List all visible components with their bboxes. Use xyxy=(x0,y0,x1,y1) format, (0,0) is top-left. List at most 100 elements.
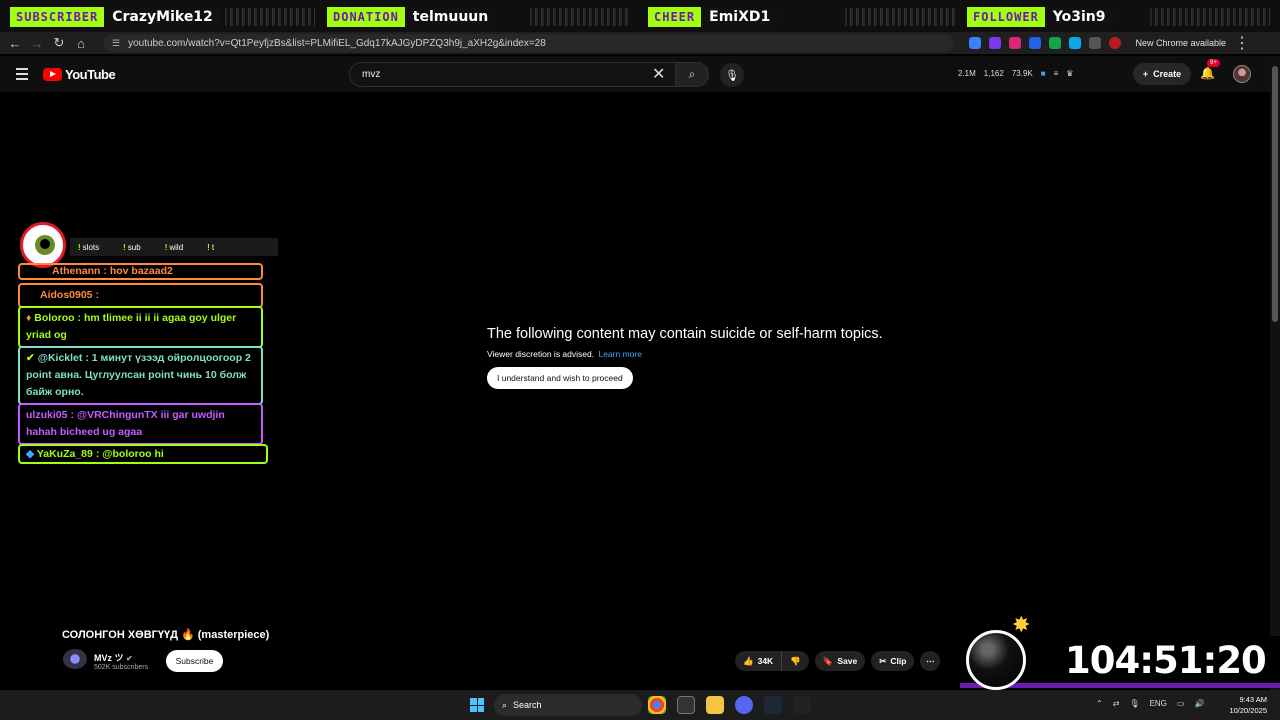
taskbar-search-label: Search xyxy=(513,700,542,710)
taskbar-search[interactable]: ⌕ Search xyxy=(494,694,642,716)
chat-user: YaKuZa_89 xyxy=(36,448,93,460)
video-title: СОЛОНГОН ХӨВГҮҮД 🔥 (masterpiece) xyxy=(62,629,270,641)
stat-live: 1,162 xyxy=(983,69,1004,78)
channel-name[interactable]: MVz ツ ✔ xyxy=(94,651,133,664)
scissors-icon: ✂ xyxy=(879,655,887,666)
download-icon[interactable] xyxy=(1049,37,1062,49)
logo-text: YouTube xyxy=(65,67,116,82)
channel-avatar[interactable] xyxy=(63,649,87,669)
chat-message: Aidos0905: xyxy=(18,283,263,308)
stream-alert-bar: SUBSCRIBER CrazyMike12 DONATION telmuuun… xyxy=(0,0,1280,32)
create-button[interactable]: + Create xyxy=(1133,63,1191,85)
home-icon[interactable]: ⌂ xyxy=(70,32,92,54)
back-icon[interactable]: ← xyxy=(4,32,26,54)
app-icon[interactable] xyxy=(677,696,695,714)
extension-icon[interactable] xyxy=(1009,37,1022,49)
windows-taskbar: ⌕ Search ⌃ ⇄ 🎙 ENG ▭ 🔊 9:43 AM 10/20/202… xyxy=(0,690,1280,720)
app-icon[interactable] xyxy=(793,696,811,714)
extension-icon[interactable] xyxy=(1029,37,1042,49)
youtube-logo[interactable]: YouTube xyxy=(43,67,116,82)
chat-message: ✔ @Kicklet: 1 минут үзээд ойролцоогоор 2… xyxy=(18,346,263,405)
profile-icon[interactable] xyxy=(1109,37,1122,49)
network-icon[interactable]: ⇄ xyxy=(1113,699,1120,708)
puzzle-icon[interactable] xyxy=(1089,37,1102,49)
trophy-icon[interactable]: ♛ xyxy=(1066,69,1073,78)
search-icon: ⌕ xyxy=(688,67,696,81)
chat-user: Boloroo xyxy=(34,312,75,324)
verified-icon: ✔ xyxy=(126,654,133,663)
extension-icon[interactable] xyxy=(989,37,1002,49)
menu-icon[interactable] xyxy=(16,68,28,83)
chat-user: @Kicklet xyxy=(37,352,83,364)
menu-dots-icon[interactable]: ⋮ xyxy=(1234,33,1250,53)
extension-icon[interactable]: ■ xyxy=(1041,69,1046,78)
subscribe-button[interactable]: Subscribe xyxy=(166,650,223,672)
extension-icon[interactable] xyxy=(1069,37,1082,49)
scrollbar[interactable] xyxy=(1270,56,1280,690)
chat-user: ulzuki05 xyxy=(26,409,68,421)
chrome-app-icon[interactable] xyxy=(648,696,666,714)
eyeball-mascot-icon xyxy=(20,222,66,268)
clock-date: 10/20/2025 xyxy=(1229,706,1267,715)
alert-type-label: FOLLOWER xyxy=(967,7,1045,27)
chat-commands: ! slots ! sub ! wild ! t xyxy=(70,238,278,256)
alert-user-name: Yo3in9 xyxy=(1044,7,1114,27)
mic-icon[interactable]: 🎙 xyxy=(1129,699,1139,708)
chat-message: ♦ Boloroo: hm tlimee ii ii ii agaa goy u… xyxy=(18,306,263,348)
dislike-button[interactable]: 👎 xyxy=(781,651,809,671)
search-icon: ⌕ xyxy=(502,699,508,710)
thumbs-down-icon: 👎 xyxy=(790,655,801,666)
taskbar-clock[interactable]: 9:43 AM 10/20/2025 xyxy=(1222,694,1267,716)
search-button[interactable]: ⌕ xyxy=(675,62,709,87)
alert-noise-decoration xyxy=(530,8,630,26)
alert-user-name: CrazyMike12 xyxy=(104,7,221,27)
create-label: Create xyxy=(1153,69,1182,79)
alert-type-label: DONATION xyxy=(327,7,405,27)
language-indicator[interactable]: ENG xyxy=(1150,699,1167,708)
scrollbar-thumb[interactable] xyxy=(1272,66,1278,322)
alert-noise-decoration xyxy=(845,8,955,26)
chat-text: : hov bazaad2 xyxy=(103,265,173,277)
mic-button[interactable]: 🎙 xyxy=(720,63,744,87)
volume-icon[interactable]: 🔊 xyxy=(1194,699,1204,708)
chat-message: ◆ YaKuZa_89: @boloroo hi xyxy=(18,444,268,464)
save-button[interactable]: 🔖 Save xyxy=(814,651,866,671)
list-icon[interactable]: ≡ xyxy=(1054,69,1059,78)
bell-icon[interactable]: 🔔 xyxy=(1200,66,1215,80)
warning-title: The following content may contain suicid… xyxy=(487,326,883,342)
thumbs-up-icon: 👍 xyxy=(743,655,754,666)
like-button[interactable]: 👍 34K xyxy=(735,651,782,671)
stat-views: 2.1M xyxy=(958,69,976,78)
more-actions-button[interactable]: ⋯ xyxy=(920,651,941,671)
forward-icon[interactable]: → xyxy=(26,32,48,54)
search-input[interactable]: mvz xyxy=(349,62,675,87)
chat-user: Aidos0905 xyxy=(40,289,93,301)
site-info-icon[interactable]: ☰ xyxy=(112,38,120,49)
youtube-header: YouTube mvz ✕ ⌕ 🎙 2.1M 1,162 73.9K ■ ≡ ♛… xyxy=(0,56,1270,92)
reload-icon[interactable]: ↻ xyxy=(48,32,70,54)
command-item: ! sub xyxy=(123,242,141,252)
clock-time: 9:43 AM xyxy=(1239,695,1267,704)
learn-more-link[interactable]: Learn more xyxy=(598,349,641,359)
alert-donation: DONATION telmuuun xyxy=(327,7,497,27)
display-icon[interactable]: ▭ xyxy=(1177,699,1185,708)
proceed-button[interactable]: I understand and wish to proceed xyxy=(487,367,633,389)
plus-icon: + xyxy=(1142,69,1149,79)
avatar[interactable] xyxy=(1233,65,1251,83)
clear-icon[interactable]: ✕ xyxy=(652,64,665,84)
alert-follower: FOLLOWER Yo3in9 xyxy=(967,7,1114,27)
alert-cheer: CHEER EmiXD1 xyxy=(648,7,779,27)
clip-button[interactable]: ✂ Clip xyxy=(871,651,915,671)
new-chrome-button[interactable]: New Chrome available xyxy=(1135,38,1226,48)
start-icon[interactable] xyxy=(470,698,484,712)
spark-icon: ✸ xyxy=(1012,612,1031,637)
address-bar[interactable]: ☰ youtube.com/watch?v=Qt1PeyfjzBs&list=P… xyxy=(104,34,954,52)
alert-noise-decoration xyxy=(225,8,315,26)
verified-icon: ✔ xyxy=(26,352,38,364)
steam-icon[interactable] xyxy=(764,696,782,714)
discord-icon[interactable] xyxy=(735,696,753,714)
alert-user-name: telmuuun xyxy=(404,7,497,27)
chevron-up-icon[interactable]: ⌃ xyxy=(1096,699,1103,708)
folder-icon[interactable] xyxy=(706,696,724,714)
extension-icon[interactable] xyxy=(969,37,982,49)
